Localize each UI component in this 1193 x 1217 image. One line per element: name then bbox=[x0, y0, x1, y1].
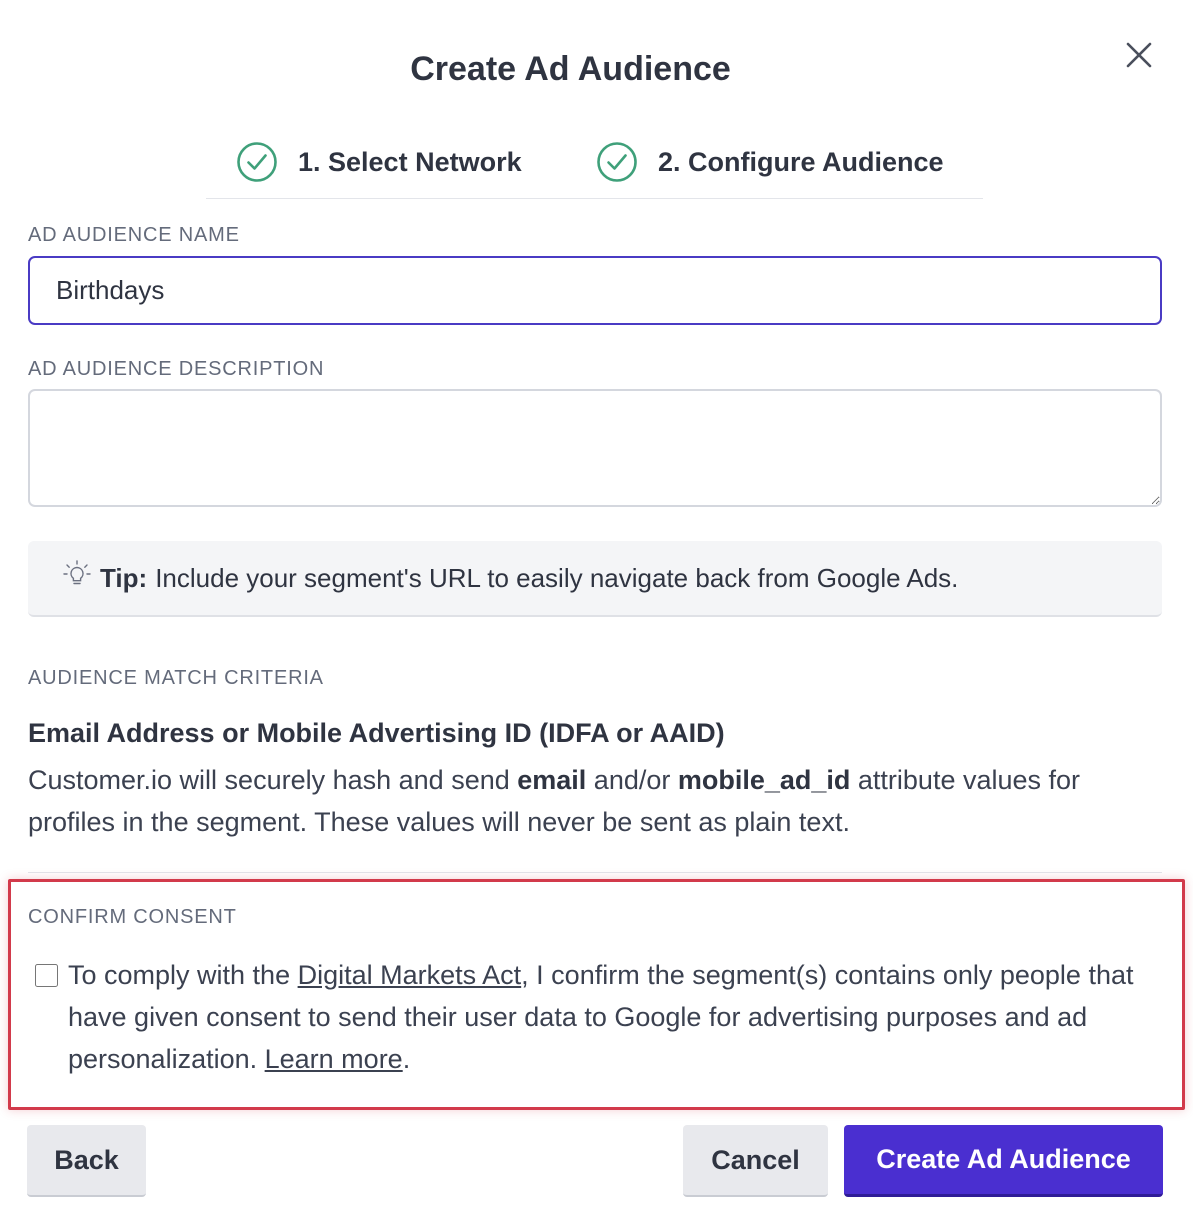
confirm-consent-section: CONFIRM CONSENT To comply with the Digit… bbox=[8, 879, 1185, 1110]
audience-description-textarea[interactable] bbox=[28, 389, 1162, 507]
match-desc-text: Customer.io will securely hash and send bbox=[28, 765, 518, 795]
consent-checkbox[interactable] bbox=[35, 964, 58, 987]
consent-text: To comply with the Digital Markets Act, … bbox=[68, 954, 1148, 1080]
match-criteria-description: Customer.io will securely hash and send … bbox=[28, 759, 1168, 843]
create-ad-audience-button[interactable]: Create Ad Audience bbox=[844, 1125, 1163, 1197]
stepper: 1. Select Network 2. Configure Audience bbox=[206, 138, 983, 199]
tip-message: Include your segment's URL to easily nav… bbox=[155, 562, 959, 593]
confirm-consent-label: CONFIRM CONSENT bbox=[28, 906, 237, 928]
audience-match-criteria-label: AUDIENCE MATCH CRITERIA bbox=[28, 667, 324, 689]
tip-label: Tip: bbox=[100, 562, 148, 593]
close-icon bbox=[1126, 42, 1152, 68]
check-circle-icon bbox=[237, 142, 277, 182]
lightbulb-icon bbox=[63, 560, 91, 585]
digital-markets-act-link[interactable]: Digital Markets Act bbox=[298, 960, 522, 990]
step-select-network[interactable]: 1. Select Network bbox=[236, 142, 522, 182]
match-desc-mobile-ad-id: mobile_ad_id bbox=[677, 765, 851, 795]
tip-callout: Tip: Include your segment's URL to easily… bbox=[28, 541, 1162, 617]
close-button[interactable] bbox=[1120, 36, 1158, 74]
consent-text-part: . bbox=[402, 1044, 411, 1074]
audience-name-label: AD AUDIENCE NAME bbox=[28, 224, 240, 246]
cancel-button[interactable]: Cancel bbox=[683, 1125, 828, 1197]
audience-name-input[interactable] bbox=[28, 256, 1162, 325]
learn-more-link[interactable]: Learn more bbox=[265, 1044, 403, 1074]
match-desc-email: email bbox=[517, 765, 587, 795]
consent-text-part: To comply with the bbox=[68, 960, 298, 990]
tip-text: Tip: Include your segment's URL to easily… bbox=[100, 563, 958, 594]
match-desc-text: and/or bbox=[586, 765, 678, 795]
step-label: 1. Select Network bbox=[298, 146, 522, 177]
section-divider bbox=[28, 872, 1162, 873]
match-criteria-title: Email Address or Mobile Advertising ID (… bbox=[28, 718, 725, 748]
step-label: 2. Configure Audience bbox=[658, 146, 944, 177]
audience-description-label: AD AUDIENCE DESCRIPTION bbox=[28, 358, 325, 380]
modal-title: Create Ad Audience bbox=[410, 50, 731, 88]
back-button[interactable]: Back bbox=[27, 1125, 146, 1197]
check-circle-icon bbox=[597, 142, 637, 182]
step-configure-audience[interactable]: 2. Configure Audience bbox=[596, 142, 944, 182]
